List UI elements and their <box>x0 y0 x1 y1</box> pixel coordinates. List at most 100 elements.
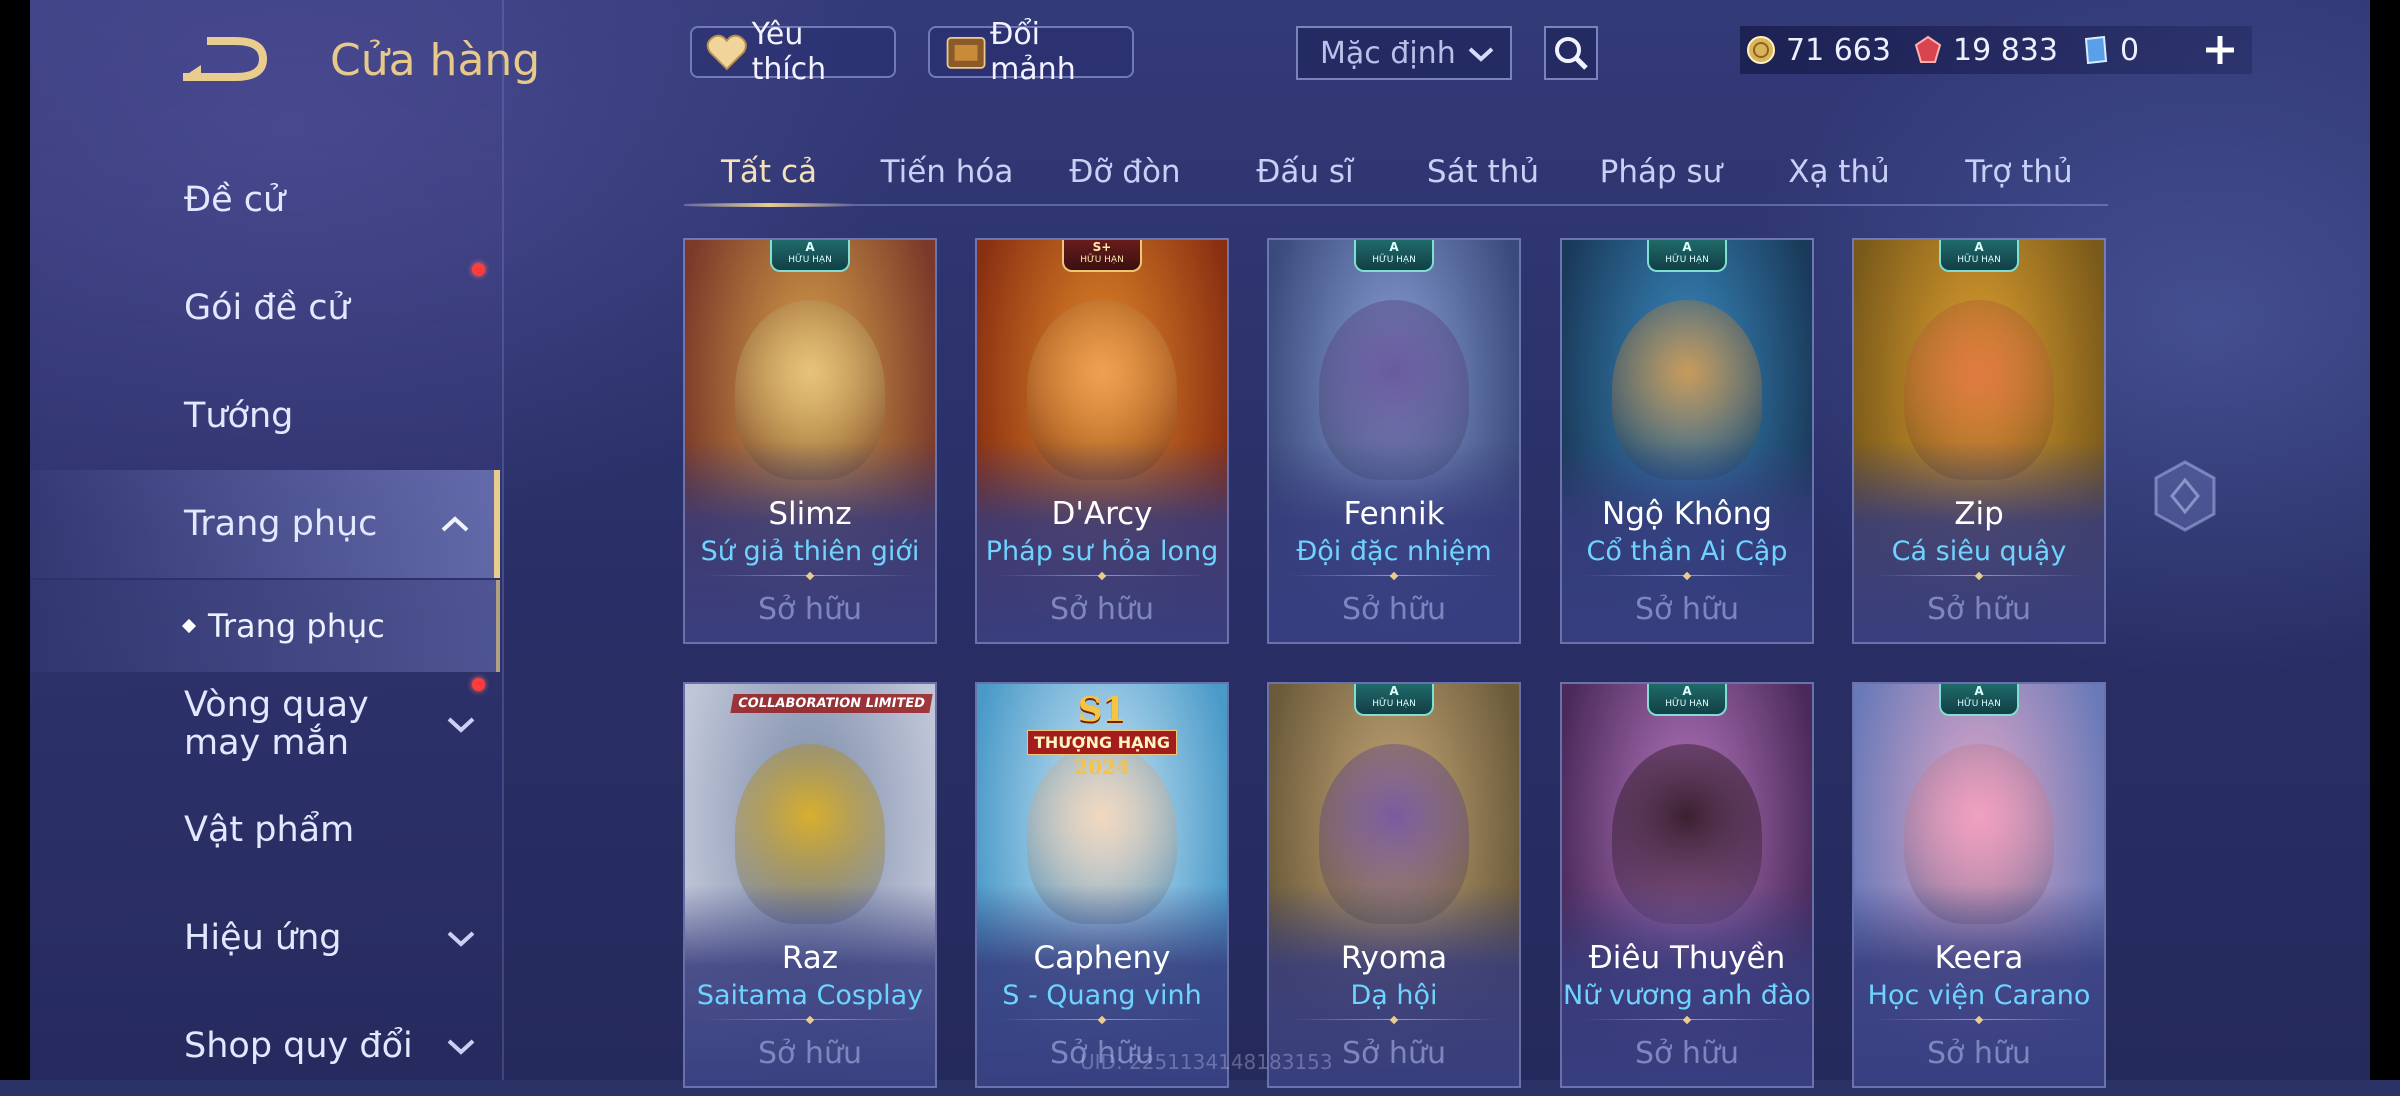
ruby-icon <box>1914 35 1942 63</box>
limited-badge: A HỮU HẠN <box>1354 240 1434 272</box>
tab-fighter[interactable]: Đấu sĩ <box>1220 140 1390 204</box>
tab-label: Đấu sĩ <box>1256 154 1354 190</box>
heart-icon <box>706 34 747 71</box>
hero-name: Capheny <box>1033 940 1171 976</box>
skin-card[interactable]: A HỮU HẠN Ngộ Không Cổ thần Ai Cập Sở hữu <box>1560 238 1814 644</box>
card-shade <box>1562 240 1812 642</box>
hero-name: Ryoma <box>1340 940 1448 976</box>
limited-badge: A HỮU HẠN <box>770 240 850 272</box>
skin-card[interactable]: A HỮU HẠN Fennik Đội đặc nhiệm Sở hữu <box>1267 238 1521 644</box>
sidebar-item-effects[interactable]: Hiệu ứng <box>30 888 500 988</box>
skin-name: Nữ vương anh đào <box>1563 980 1811 1011</box>
sidebar-item-label: Hiệu ứng <box>184 918 342 958</box>
exchange-shards-button[interactable]: Đổi mảnh <box>928 17 1134 87</box>
tab-tank[interactable]: Đỡ đòn <box>1040 140 1210 204</box>
card-shade <box>1562 684 1812 1086</box>
skin-name: Dạ hội <box>1350 980 1438 1011</box>
chevron-down-icon <box>1468 47 1494 62</box>
skin-name: Cổ thần Ai Cập <box>1586 536 1788 567</box>
right-bezel <box>2370 0 2400 1080</box>
gold-balance: 71 663 <box>1746 33 1891 68</box>
sidebar-item-label: Tướng <box>184 396 294 436</box>
hero-name: Keera <box>1934 940 2024 976</box>
tab-marksman[interactable]: Xạ thủ <box>1754 140 1924 204</box>
tab-mage[interactable]: Pháp sư <box>1576 140 1746 204</box>
card-shade <box>1269 240 1519 642</box>
uid-watermark: UID: 2251134148183153 <box>1080 1050 1333 1074</box>
season-year: 2024 <box>1074 755 1130 779</box>
hero-name: Zip <box>1954 496 2004 532</box>
skin-name: S - Quang vinh <box>1002 980 1202 1011</box>
skin-name: Sứ giả thiên giới <box>700 536 920 567</box>
skin-name: Pháp sư hỏa long <box>985 536 1219 567</box>
bullet-icon <box>181 618 197 634</box>
add-currency-button[interactable] <box>2196 26 2244 74</box>
card-shade <box>1854 684 2104 1086</box>
back-button[interactable] <box>160 30 290 90</box>
skin-card[interactable]: A HỮU HẠN Điêu Thuyền Nữ vương anh đào Sở… <box>1560 682 1814 1088</box>
sort-dropdown[interactable]: Mặc định <box>1296 26 1512 80</box>
collaboration-ribbon: COLLABORATION LIMITED <box>730 694 933 713</box>
favorites-label: Yêu thích <box>751 17 827 87</box>
owned-status: Sở hữu <box>1927 1036 2031 1071</box>
search-button[interactable] <box>1544 26 1598 80</box>
skin-name: Cá siêu quậy <box>1891 536 2067 567</box>
season-rank: THƯỢNG HẠNG <box>1027 730 1177 755</box>
tab-evolution[interactable]: Tiến hóa <box>862 140 1032 204</box>
sidebar-item-lucky-spin[interactable]: Vòng quay may mắn <box>30 672 500 776</box>
skin-card[interactable]: COLLABORATION LIMITED Raz Saitama Cospla… <box>683 682 937 1088</box>
sidebar-item-skins[interactable]: Trang phục <box>30 470 500 578</box>
sidebar-item-label: Vật phẩm <box>184 810 355 850</box>
owned-status: Sở hữu <box>758 592 862 627</box>
plus-icon <box>2206 36 2234 64</box>
owned-status: Sở hữu <box>1927 592 2031 627</box>
owned-status: Sở hữu <box>1050 592 1154 627</box>
notification-dot <box>472 263 485 276</box>
skin-card[interactable]: A HỮU HẠN Slimz Sứ giả thiên giới Sở hữu <box>683 238 937 644</box>
chevron-down-icon <box>447 717 475 733</box>
skin-card[interactable]: A HỮU HẠN Zip Cá siêu quậy Sở hữu <box>1852 238 2106 644</box>
sidebar-item-label: Gói đề cử <box>184 288 350 328</box>
limited-badge: A HỮU HẠN <box>1647 684 1727 716</box>
floating-emblem-icon[interactable] <box>2150 458 2220 534</box>
tab-support[interactable]: Trợ thủ <box>1934 140 2104 204</box>
limited-badge: A HỮU HẠN <box>1939 240 2019 272</box>
sidebar-subitem-skins[interactable]: Trang phục <box>30 580 500 672</box>
sidebar-item-label: Đề cử <box>184 180 286 220</box>
tab-all[interactable]: Tất cả <box>684 140 854 204</box>
skin-card[interactable]: A HỮU HẠN Ryoma Dạ hội Sở hữu <box>1267 682 1521 1088</box>
limited-badge: S+ HỮU HẠN <box>1062 240 1142 272</box>
header: Cửa hàng <box>160 30 540 90</box>
chevron-up-icon <box>441 516 469 532</box>
sidebar-item-items[interactable]: Vật phẩm <box>30 780 500 880</box>
season-ribbon: S1 THƯỢNG HẠNG 2024 <box>1027 690 1177 779</box>
skin-name: Saitama Cosplay <box>696 980 924 1011</box>
card-shade <box>977 240 1227 642</box>
gold-coin-icon <box>1747 36 1775 64</box>
season-title: S1 <box>1077 690 1127 730</box>
tab-assassin[interactable]: Sát thủ <box>1398 140 1568 204</box>
tab-label: Đỡ đòn <box>1069 154 1181 190</box>
left-bezel <box>0 0 30 1080</box>
exchange-shards-label: Đổi mảnh <box>990 17 1076 87</box>
skin-card[interactable]: S1 THƯỢNG HẠNG 2024 Capheny S - Quang vi… <box>975 682 1229 1088</box>
hero-name: Fennik <box>1343 496 1445 532</box>
tab-label: Sát thủ <box>1426 154 1540 190</box>
active-tab-indicator <box>684 203 854 207</box>
sidebar-item-recommended-packs[interactable]: Gói đề cử <box>30 258 500 358</box>
favorites-button[interactable]: Yêu thích <box>690 17 896 87</box>
skin-card[interactable]: A HỮU HẠN Keera Học viện Carano Sở hữu <box>1852 682 2106 1088</box>
chevron-down-icon <box>447 931 475 947</box>
card-shade <box>685 240 935 642</box>
card-shade <box>685 684 935 1086</box>
tab-label: Xạ thủ <box>1788 154 1890 190</box>
sidebar-item-recommended[interactable]: Đề cử <box>30 150 500 250</box>
shard-chest-icon <box>946 37 986 69</box>
sidebar-item-exchange-shop[interactable]: Shop quy đổi <box>30 996 500 1096</box>
sidebar-item-label: Shop quy đổi <box>184 1026 413 1066</box>
sort-value: Mặc định <box>1320 35 1456 71</box>
skin-card[interactable]: S+ HỮU HẠN D'Arcy Pháp sư hỏa long Sở hữu <box>975 238 1229 644</box>
back-arrow-icon <box>183 37 268 81</box>
sidebar-item-heroes[interactable]: Tướng <box>30 366 500 466</box>
gold-value: 71 663 <box>1786 32 1891 68</box>
